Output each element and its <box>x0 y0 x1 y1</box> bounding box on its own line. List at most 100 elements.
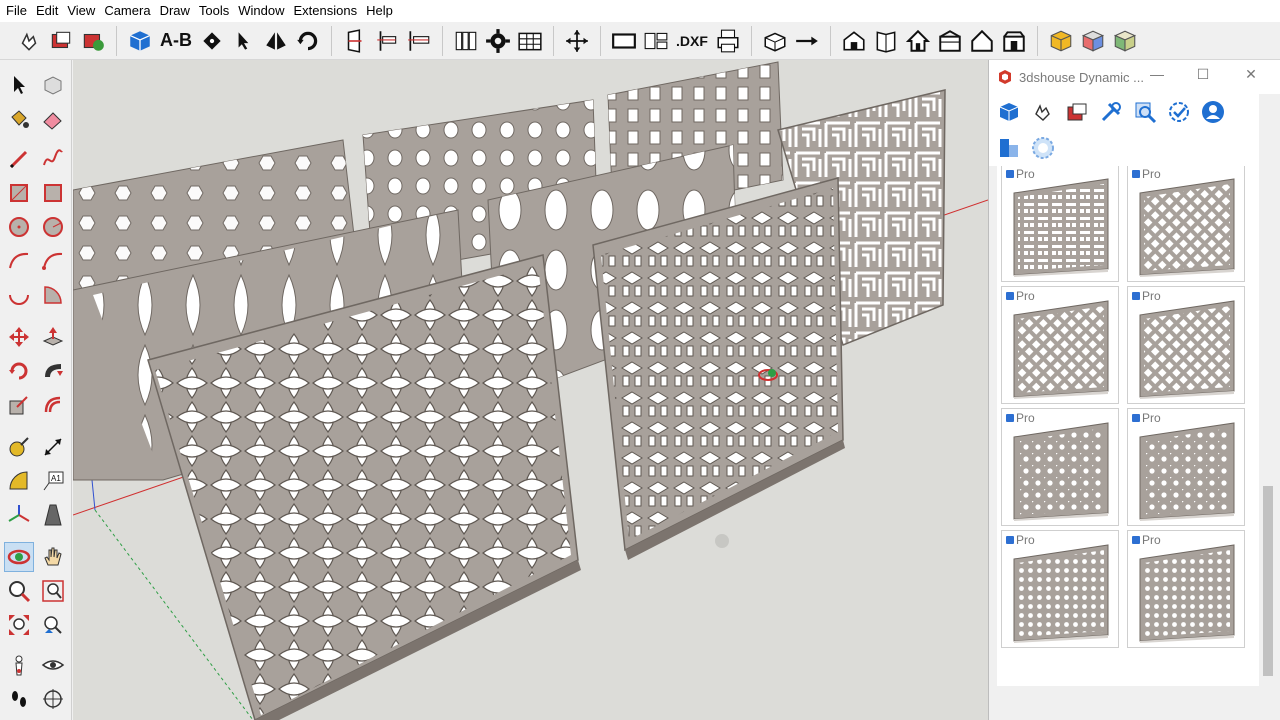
rectangle-icon[interactable] <box>609 26 639 56</box>
protractor-icon[interactable] <box>4 466 34 496</box>
zoom-window-icon[interactable] <box>38 576 68 606</box>
freehand-icon[interactable] <box>38 144 68 174</box>
move-tool-icon[interactable] <box>4 322 34 352</box>
house-outline-icon[interactable] <box>967 26 997 56</box>
align-center-icon[interactable] <box>404 26 434 56</box>
move-axes-icon[interactable] <box>562 26 592 56</box>
table-icon[interactable] <box>515 26 545 56</box>
section-fill-icon[interactable] <box>38 684 68 714</box>
paint-bucket-icon[interactable] <box>4 104 34 134</box>
hand-tool-icon[interactable] <box>1029 98 1057 126</box>
house-3d-icon[interactable] <box>839 26 869 56</box>
zoom-icon[interactable] <box>4 576 34 606</box>
align-left-icon[interactable] <box>372 26 402 56</box>
line-pencil-icon[interactable] <box>4 144 34 174</box>
component-card[interactable]: Pro <box>1001 530 1119 648</box>
tape-measure-icon[interactable] <box>4 432 34 462</box>
cube-icon[interactable] <box>125 26 155 56</box>
three-point-arc-icon[interactable] <box>4 280 34 310</box>
component-card[interactable]: Pro <box>1001 166 1119 282</box>
rotate-icon[interactable] <box>293 26 323 56</box>
component-card[interactable]: Pro <box>1127 166 1245 282</box>
component-card[interactable]: Pro <box>1127 286 1245 404</box>
rotate-tool-icon[interactable] <box>4 356 34 386</box>
offset-tool-icon[interactable] <box>38 390 68 420</box>
user-account-icon[interactable] <box>1199 98 1227 126</box>
previous-view-icon[interactable] <box>38 610 68 640</box>
orbit-icon[interactable] <box>4 542 34 572</box>
two-point-arc-icon[interactable] <box>38 246 68 276</box>
house-front-icon[interactable] <box>935 26 965 56</box>
model-viewport[interactable] <box>73 60 988 720</box>
component-card[interactable]: Pro <box>1001 286 1119 404</box>
rotated-rectangle-icon[interactable] <box>38 178 68 208</box>
select-icon[interactable] <box>4 70 34 100</box>
menu-draw[interactable]: Draw <box>158 0 197 22</box>
printer-icon[interactable] <box>713 26 743 56</box>
close-button[interactable]: ✕ <box>1241 66 1261 83</box>
box-3d-icon[interactable] <box>760 26 790 56</box>
menu-help[interactable]: Help <box>364 0 400 22</box>
follow-me-icon[interactable] <box>38 356 68 386</box>
component-gift-icon[interactable] <box>78 26 108 56</box>
menu-tools[interactable]: Tools <box>197 0 236 22</box>
a-b-button[interactable]: A-B <box>157 26 195 56</box>
component-red-icon[interactable] <box>46 26 76 56</box>
menu-window[interactable]: Window <box>236 0 291 22</box>
door-icon[interactable] <box>340 26 370 56</box>
book-icon[interactable] <box>871 26 901 56</box>
cube-color-icon[interactable] <box>1078 26 1108 56</box>
component-cube-icon[interactable] <box>995 98 1023 126</box>
columns-icon[interactable] <box>451 26 481 56</box>
panel-scrollbar[interactable] <box>1261 166 1275 720</box>
scale-tool-icon[interactable] <box>4 390 34 420</box>
select-arrow-icon[interactable] <box>229 26 259 56</box>
make-component-icon[interactable] <box>38 70 68 100</box>
maximize-button[interactable]: ☐ <box>1193 66 1213 83</box>
home-icon[interactable] <box>903 26 933 56</box>
toolbar-separator <box>1036 25 1038 56</box>
menu-edit[interactable]: Edit <box>34 0 65 22</box>
component-card[interactable]: Pro <box>1001 408 1119 526</box>
look-around-icon[interactable] <box>38 650 68 680</box>
layout-icon[interactable] <box>641 26 671 56</box>
component-card[interactable]: Pro <box>1127 408 1245 526</box>
text-tool-icon[interactable]: A1 <box>38 466 68 496</box>
building-red-icon[interactable] <box>1063 98 1091 126</box>
search-component-icon[interactable] <box>1131 98 1159 126</box>
circle-tool-icon[interactable] <box>4 212 34 242</box>
building-blue-icon[interactable] <box>995 134 1023 162</box>
eraser-icon[interactable] <box>38 104 68 134</box>
rectangle-tool-icon[interactable] <box>4 178 34 208</box>
gear-icon[interactable] <box>483 26 513 56</box>
tag-icon[interactable] <box>197 26 227 56</box>
position-camera-icon[interactable] <box>4 650 34 680</box>
zoom-extents-icon[interactable] <box>4 610 34 640</box>
sync-globe-icon[interactable] <box>1029 134 1057 162</box>
scrollbar-thumb[interactable] <box>1263 486 1273 676</box>
cube-yellow-icon[interactable] <box>1046 26 1076 56</box>
menu-view[interactable]: View <box>65 0 102 22</box>
pan-hand-icon[interactable] <box>38 542 68 572</box>
dimension-icon[interactable] <box>38 432 68 462</box>
push-pull-icon[interactable] <box>38 322 68 352</box>
dxf-export-button[interactable]: .DXF <box>673 26 711 56</box>
house-side-icon[interactable] <box>999 26 1029 56</box>
cube-green-icon[interactable] <box>1110 26 1140 56</box>
component-card[interactable]: Pro <box>1127 530 1245 648</box>
menu-camera[interactable]: Camera <box>102 0 157 22</box>
section-plane-icon[interactable] <box>38 500 68 530</box>
minimize-button[interactable]: — <box>1147 66 1167 82</box>
arc-tool-icon[interactable] <box>4 246 34 276</box>
tools-icon[interactable] <box>1097 98 1125 126</box>
arrow-right-icon[interactable] <box>792 26 822 56</box>
flip-icon[interactable] <box>261 26 291 56</box>
menu-extensions[interactable]: Extensions <box>292 0 365 22</box>
hand-select-icon[interactable] <box>14 26 44 56</box>
walk-icon[interactable] <box>4 684 34 714</box>
check-circle-icon[interactable] <box>1165 98 1193 126</box>
axes-tool-icon[interactable] <box>4 500 34 530</box>
menu-file[interactable]: File <box>4 0 34 22</box>
polygon-tool-icon[interactable] <box>38 212 68 242</box>
pie-tool-icon[interactable] <box>38 280 68 310</box>
